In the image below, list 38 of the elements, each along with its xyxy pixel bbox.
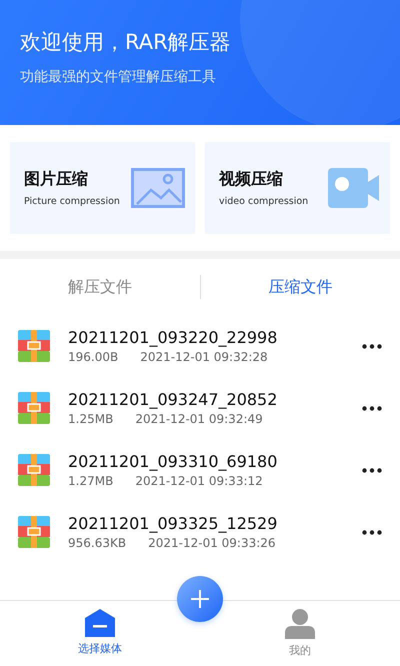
file-date: 2021-12-01 09:33:26 — [148, 536, 276, 550]
plus-icon — [191, 590, 209, 608]
more-icon[interactable] — [362, 344, 382, 348]
image-icon — [131, 168, 185, 208]
nav-item[interactable]: 我的 — [200, 601, 400, 666]
app-subtitle: 功能最强的文件管理解压缩工具 — [20, 68, 216, 86]
more-icon[interactable] — [362, 530, 382, 534]
archive-icon — [18, 516, 50, 548]
file-name[interactable]: 20211201_093220_22998 — [68, 328, 278, 347]
file-size: 196.00B — [68, 350, 118, 364]
card-subtitle: Picture compression — [24, 196, 120, 207]
file-name[interactable]: 20211201_093310_69180 — [68, 452, 278, 471]
file-date: 2021-12-01 09:33:12 — [135, 474, 263, 488]
file-name[interactable]: 20211201_093325_12529 — [68, 514, 278, 533]
card-title: 图片压缩 — [24, 169, 89, 190]
nav-item[interactable]: 选择媒体 — [0, 601, 200, 666]
file-date: 2021-12-01 09:32:49 — [135, 412, 263, 426]
card-title: 视频压缩 — [219, 169, 284, 190]
file-size: 1.25MB — [68, 412, 114, 426]
archive-icon — [18, 330, 50, 362]
card-subtitle: video compression — [219, 196, 308, 207]
app-title: 欢迎使用，RAR解压器 — [20, 29, 231, 56]
file-size: 1.27MB — [68, 474, 114, 488]
archive-icon — [18, 454, 50, 486]
more-icon[interactable] — [362, 468, 382, 472]
feature-card[interactable]: 图片压缩 Picture compression — [10, 142, 195, 234]
tab[interactable]: 解压文件 — [0, 276, 200, 298]
person-icon — [285, 609, 315, 639]
file-size: 956.63KB — [68, 536, 126, 550]
archive-icon — [18, 392, 50, 424]
more-icon[interactable] — [362, 406, 382, 410]
feature-card[interactable]: 视频压缩 video compression — [205, 142, 390, 234]
home-icon — [85, 609, 115, 637]
add-button[interactable] — [177, 576, 223, 622]
file-date: 2021-12-01 09:32:28 — [140, 350, 268, 364]
tab[interactable]: 压缩文件 — [200, 276, 400, 298]
video-camera-icon — [328, 168, 380, 208]
file-name[interactable]: 20211201_093247_20852 — [68, 390, 278, 409]
